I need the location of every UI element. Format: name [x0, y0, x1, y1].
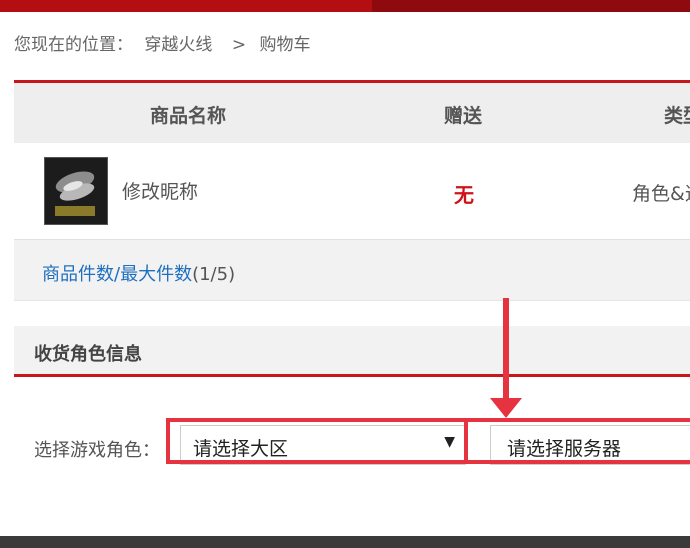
server-select-value: 请选择服务器: [507, 438, 622, 460]
product-thumbnail: [44, 157, 108, 225]
header-gift: 赠送: [444, 105, 483, 127]
server-select[interactable]: 请选择服务器: [490, 425, 690, 465]
header-product-name: 商品名称: [150, 105, 227, 127]
annotation-arrow-shaft: [503, 298, 509, 403]
annotation-arrow-head-icon: [490, 398, 522, 418]
cart-table: 商品名称 赠送 类型 修改昵称 无 角色&道 商品件数/最大件数(1/5): [14, 80, 690, 301]
bottom-bar: [0, 536, 690, 548]
section-title: 收货角色信息: [34, 344, 142, 365]
top-banner-dark-segment: [372, 0, 690, 12]
breadcrumb: 您现在的位置： 穿越火线 > 购物车: [14, 30, 316, 55]
item-count-link[interactable]: 商品件数/最大件数: [42, 264, 192, 285]
cart-table-header: 商品名称 赠送 类型: [14, 80, 690, 143]
region-select-value: 请选择大区: [193, 438, 289, 460]
product-gift: 无: [454, 183, 474, 207]
region-select[interactable]: 请选择大区 ▼: [180, 425, 466, 465]
table-row: 修改昵称 无 角色&道: [14, 143, 690, 240]
receiver-role-section: 收货角色信息: [14, 326, 690, 377]
role-select-label: 选择游戏角色：: [34, 440, 160, 461]
breadcrumb-item-game[interactable]: 穿越火线: [144, 35, 212, 55]
item-count-value: (1/5): [192, 264, 236, 285]
item-count: 商品件数/最大件数(1/5): [42, 260, 235, 286]
product-type: 角色&道: [632, 183, 690, 205]
header-type: 类型: [664, 105, 690, 127]
dropdown-arrow-icon: ▼: [444, 434, 455, 450]
product-name[interactable]: 修改昵称: [122, 177, 198, 204]
breadcrumb-separator: >: [231, 35, 247, 55]
breadcrumb-prefix: 您现在的位置：: [14, 35, 133, 55]
item-count-row: 商品件数/最大件数(1/5): [14, 240, 690, 301]
breadcrumb-item-cart: 购物车: [259, 35, 311, 55]
